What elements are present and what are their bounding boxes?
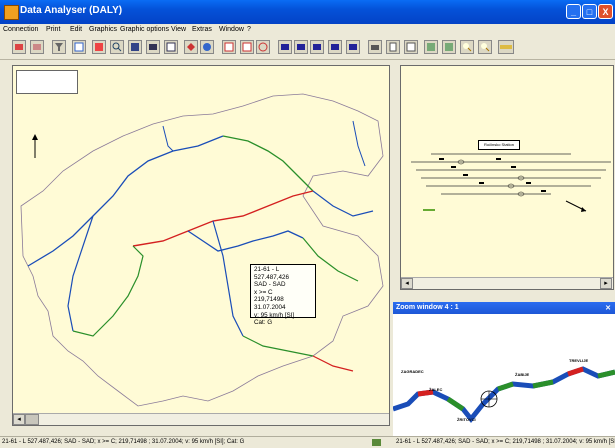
- zoom-label: ŽRITOVCI: [457, 417, 476, 422]
- tooltip-line: Cat: G: [254, 319, 273, 327]
- menu-help[interactable]: ?: [247, 26, 251, 33]
- tooltip-line: 31.07.2004: [254, 303, 286, 311]
- menu-edit[interactable]: Edit: [70, 26, 82, 33]
- schematic-horizontal-scrollbar[interactable]: ◂ ▸: [401, 277, 613, 289]
- settings-icon[interactable]: [256, 40, 270, 54]
- station-label: Ročinsko Station: [478, 140, 520, 150]
- first-icon[interactable]: [278, 40, 292, 54]
- info-icon[interactable]: [200, 40, 214, 54]
- ruler-icon[interactable]: [498, 40, 514, 54]
- toolbar: [0, 37, 615, 60]
- zoom-window-title: Zoom window 4 : 1: [396, 304, 459, 311]
- close-connection-icon[interactable]: [30, 40, 44, 54]
- menu-graphic-options[interactable]: Graphic options: [120, 26, 169, 33]
- search-icon[interactable]: [110, 40, 124, 54]
- scroll-left-button[interactable]: ◂: [401, 278, 413, 289]
- zoom-out-icon[interactable]: [478, 40, 492, 54]
- image-icon[interactable]: [442, 40, 456, 54]
- calculator-icon[interactable]: [92, 40, 106, 54]
- prev-icon[interactable]: [294, 40, 308, 54]
- next-icon[interactable]: [310, 40, 324, 54]
- zoom-map[interactable]: [393, 314, 615, 436]
- menu-window[interactable]: Window: [219, 26, 244, 33]
- minimize-button[interactable]: _: [566, 4, 581, 19]
- copy-icon[interactable]: [128, 40, 142, 54]
- scroll-left-button[interactable]: ◂: [13, 414, 25, 425]
- edit-icon[interactable]: [424, 40, 438, 54]
- close-button[interactable]: X: [598, 4, 613, 19]
- status-text-left: 21-61 - L 527.487,426; SAD - SAD; x >= C…: [2, 439, 245, 445]
- grid-icon[interactable]: [346, 40, 360, 54]
- print-icon[interactable]: [368, 40, 382, 54]
- maximize-button[interactable]: □: [582, 4, 597, 19]
- layers-icon[interactable]: [184, 40, 198, 54]
- zoom-label: TREVLIJE: [569, 358, 589, 363]
- status-bar: 21-61 - L 527.487,426; SAD - SAD; x >= C…: [0, 436, 615, 448]
- filter-icon[interactable]: [52, 40, 66, 54]
- close-view-icon[interactable]: [404, 40, 418, 54]
- scroll-right-button[interactable]: ▸: [600, 278, 612, 289]
- export-icon[interactable]: [240, 40, 254, 54]
- zoom-label: ŽALEC: [429, 387, 443, 392]
- zoom-window[interactable]: ZAGRADEC ŽABIJE TREVLIJE ŽALEC ŽRITOVCI: [393, 314, 615, 436]
- status-icon: [372, 439, 381, 446]
- preview-icon[interactable]: [386, 40, 400, 54]
- menu-view[interactable]: View: [171, 26, 186, 33]
- map-legend: [16, 70, 78, 94]
- scroll-thumb[interactable]: [25, 414, 39, 425]
- status-text-right: 21-61 - L 527.487,426; SAD - SAD; x >= C…: [396, 439, 615, 445]
- map-horizontal-scrollbar[interactable]: ◂: [13, 413, 389, 425]
- save-icon[interactable]: [222, 40, 236, 54]
- zoom-in-icon[interactable]: [460, 40, 474, 54]
- tooltip-line: SAD - SAD: [254, 281, 286, 289]
- zoom-window-titlebar: Zoom window 4 : 1 ✕: [393, 302, 615, 314]
- title-bar: Data Analyser (DALY) _ □ X: [0, 0, 615, 24]
- station-schematic[interactable]: [401, 66, 614, 278]
- tooltip-line: 21-61 - L 527.487,426: [254, 266, 290, 281]
- menu-print[interactable]: Print: [46, 26, 60, 33]
- tooltip-line: 219,71498: [254, 296, 284, 304]
- menu-bar: Connection Print Edit Graphics Graphic o…: [0, 24, 615, 37]
- network-map-window[interactable]: ◂: [12, 65, 390, 426]
- menu-graphics[interactable]: Graphics: [89, 26, 117, 33]
- menu-extras[interactable]: Extras: [192, 26, 212, 33]
- network-map[interactable]: [13, 66, 390, 414]
- menu-connection[interactable]: Connection: [3, 26, 38, 33]
- track-tooltip: 21-61 - L 527.487,426 SAD - SAD x >= C 2…: [250, 264, 316, 326]
- zoom-label: ŽABIJE: [515, 372, 530, 377]
- tooltip-line: v: 95 km/h [SI]: [254, 311, 295, 319]
- list-icon[interactable]: [146, 40, 160, 54]
- zoom-label: ZAGRADEC: [401, 369, 424, 374]
- frame-icon[interactable]: [164, 40, 178, 54]
- app-icon: [4, 5, 19, 20]
- last-icon[interactable]: [328, 40, 342, 54]
- window-title: Data Analyser (DALY): [20, 5, 123, 16]
- open-connection-icon[interactable]: [12, 40, 26, 54]
- chart-icon[interactable]: [72, 40, 86, 54]
- zoom-close-icon[interactable]: ✕: [605, 304, 611, 312]
- station-schematic-window[interactable]: ◂ ▸: [400, 65, 614, 290]
- tooltip-line: x >= C: [254, 288, 273, 296]
